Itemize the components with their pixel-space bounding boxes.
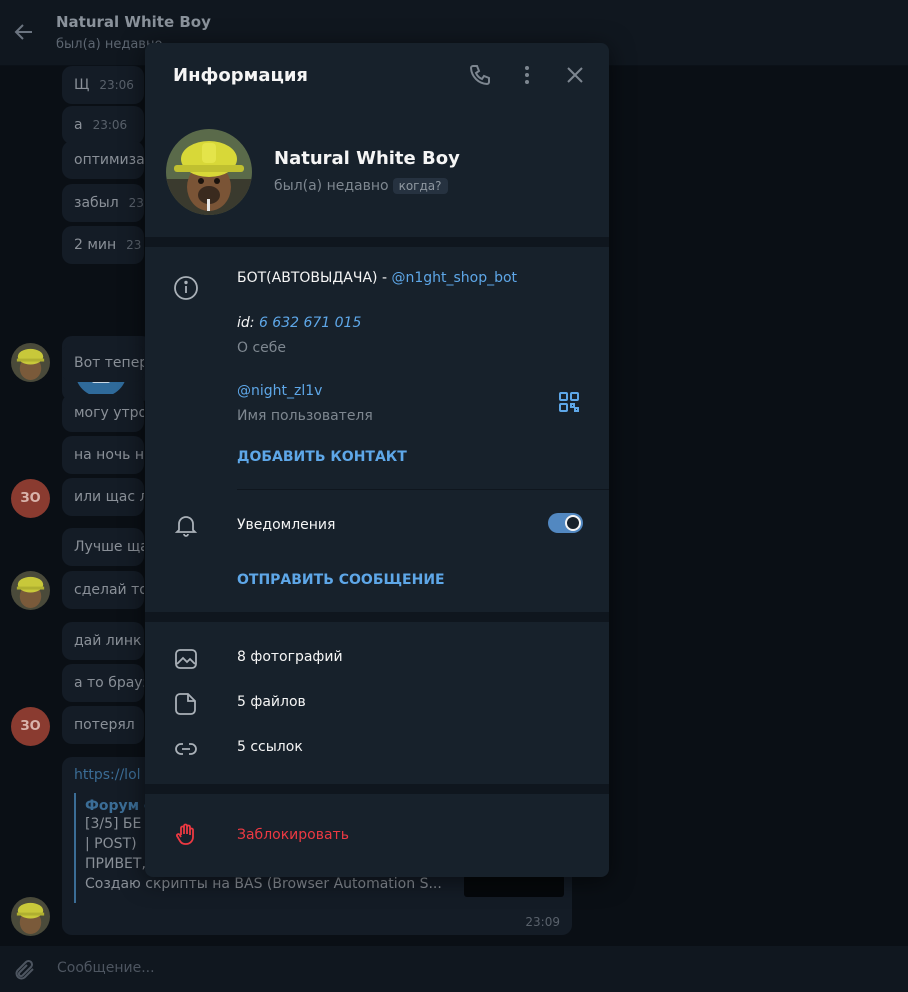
add-contact-button[interactable]: ДОБАВИТЬ КОНТАКТ bbox=[237, 449, 407, 465]
message-bubble[interactable]: или щас л bbox=[62, 478, 144, 516]
message-bubble[interactable]: на ночь н bbox=[62, 436, 144, 474]
link-icon bbox=[175, 743, 197, 755]
message-bubble[interactable]: сделай то bbox=[62, 571, 144, 609]
link-url[interactable]: https://lol bbox=[74, 767, 141, 783]
info-icon bbox=[174, 276, 198, 300]
close-icon[interactable] bbox=[563, 63, 587, 87]
avatar[interactable] bbox=[11, 343, 50, 382]
message-input[interactable]: Сообщение... bbox=[57, 960, 155, 976]
message-bubble[interactable]: а то брауз bbox=[62, 664, 144, 702]
send-message-button[interactable]: ОТПРАВИТЬ СООБЩЕНИЕ bbox=[237, 572, 445, 588]
notifications-label: Уведомления bbox=[237, 517, 336, 533]
more-vertical-icon[interactable] bbox=[515, 63, 539, 87]
id-line: id: 6 632 671 015 bbox=[237, 315, 361, 331]
photo-icon bbox=[175, 649, 197, 669]
message-bubble[interactable]: оптимиза bbox=[62, 141, 144, 179]
profile-name: Natural White Boy bbox=[274, 148, 460, 169]
attach-icon[interactable] bbox=[12, 958, 36, 982]
message-bubble[interactable]: дай линк bbox=[62, 622, 144, 660]
profile-avatar[interactable] bbox=[166, 129, 252, 215]
section-divider bbox=[145, 612, 609, 622]
user-info-panel: Информация Natural White Boy был(а) неда… bbox=[145, 43, 609, 877]
panel-title: Информация bbox=[173, 65, 308, 86]
block-user-button[interactable]: Заблокировать bbox=[237, 827, 349, 843]
bio-caption: О себе bbox=[237, 340, 287, 356]
phone-icon[interactable] bbox=[468, 63, 492, 87]
username-link[interactable]: @night_zl1v bbox=[237, 383, 322, 399]
last-seen-text: был(а) недавно bbox=[274, 178, 389, 194]
toggle-knob bbox=[565, 515, 581, 531]
avatar[interactable] bbox=[11, 571, 50, 610]
media-files[interactable]: 5 файлов bbox=[237, 694, 306, 710]
media-links[interactable]: 5 ссылок bbox=[237, 739, 303, 755]
message-bubble[interactable]: потерял bbox=[62, 706, 144, 744]
username-caption: Имя пользователя bbox=[237, 408, 373, 424]
message-bubble[interactable]: 2 мин 23 bbox=[62, 226, 144, 264]
avatar[interactable] bbox=[11, 897, 50, 936]
qr-code-icon[interactable] bbox=[558, 391, 580, 413]
profile-status: был(а) недавно когда? bbox=[274, 178, 448, 194]
message-composer[interactable]: Сообщение... bbox=[0, 946, 908, 992]
id-value[interactable]: 6 632 671 015 bbox=[259, 315, 361, 331]
id-label: id: bbox=[237, 315, 255, 331]
message-bubble[interactable]: могу утро bbox=[62, 394, 144, 432]
when-badge[interactable]: когда? bbox=[392, 178, 448, 194]
media-photos[interactable]: 8 фотографий bbox=[237, 649, 343, 665]
bio-prefix: БОТ(АВТОВЫДАЧА) - bbox=[237, 270, 392, 286]
preview-thumbnail bbox=[464, 875, 564, 897]
divider bbox=[237, 489, 609, 490]
message-bubble[interactable]: Вот тепер bbox=[62, 344, 144, 382]
block-hand-icon bbox=[176, 823, 194, 845]
section-divider bbox=[145, 237, 609, 247]
bell-icon bbox=[174, 516, 198, 537]
chat-title[interactable]: Natural White Boy bbox=[56, 13, 211, 31]
avatar[interactable]: ЗО bbox=[11, 707, 50, 746]
avatar[interactable]: ЗО bbox=[11, 479, 50, 518]
bio-link[interactable]: @n1ght_shop_bot bbox=[391, 270, 517, 286]
file-icon bbox=[175, 693, 196, 715]
section-divider bbox=[145, 784, 609, 794]
notifications-toggle[interactable] bbox=[548, 513, 583, 533]
bio-text: БОТ(АВТОВЫДАЧА) - @n1ght_shop_bot bbox=[237, 270, 517, 286]
message-bubble[interactable]: забыл 23 bbox=[62, 184, 144, 222]
message-bubble[interactable]: Щ 23:06 bbox=[62, 66, 144, 104]
message-bubble[interactable]: а 23:06 bbox=[62, 106, 144, 144]
message-bubble[interactable]: Лучше ща bbox=[62, 528, 144, 566]
back-arrow-icon[interactable] bbox=[12, 20, 36, 44]
message-time: 23:09 bbox=[525, 915, 560, 929]
